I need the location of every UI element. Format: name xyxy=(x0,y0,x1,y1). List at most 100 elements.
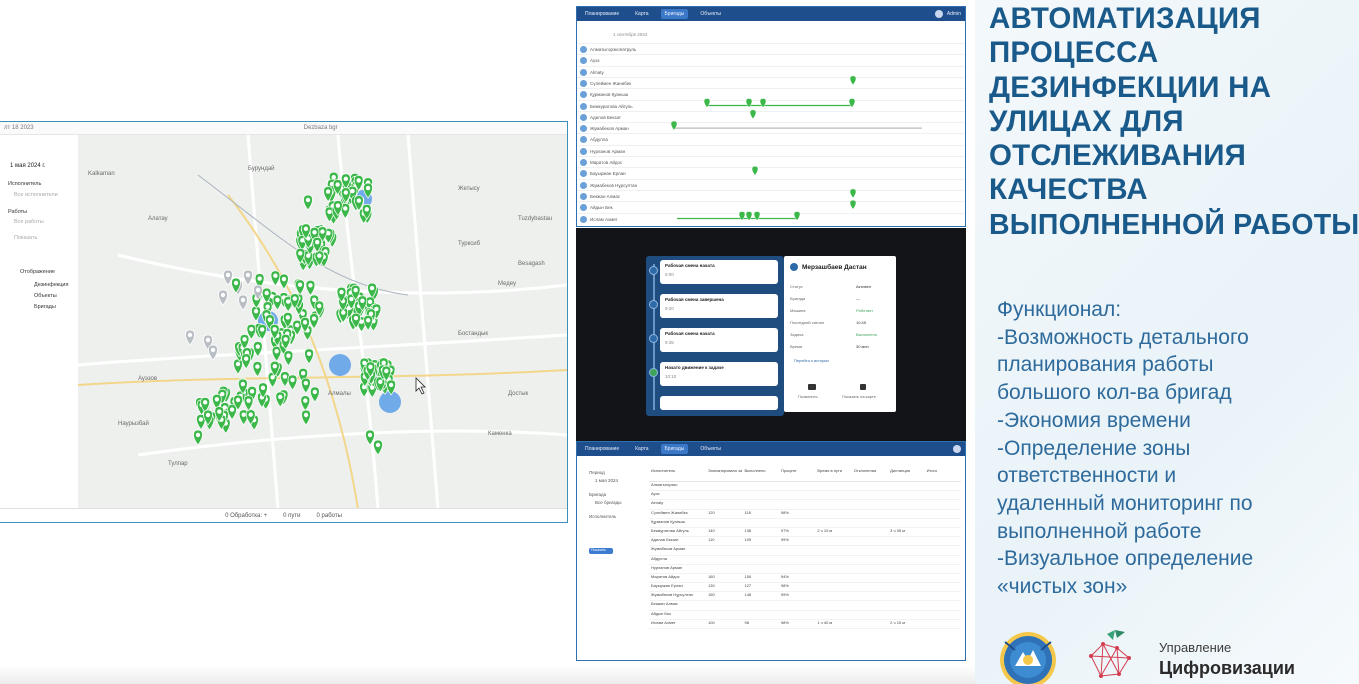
call-button[interactable]: Позвонить xyxy=(798,394,818,399)
disinfection-marker[interactable] xyxy=(243,395,254,412)
disinfection-marker[interactable] xyxy=(310,386,320,403)
tab-brigades[interactable]: Бригады xyxy=(660,9,689,19)
table-row[interactable]: Алматыгорэко xyxy=(649,482,961,492)
disinfection-marker[interactable] xyxy=(185,329,195,346)
column-header[interactable]: Итого xyxy=(925,468,961,481)
disinfection-marker[interactable] xyxy=(303,194,313,211)
table-row[interactable]: Құрманов Қуаныш xyxy=(649,519,961,528)
table-cell xyxy=(888,574,924,582)
phone-icon[interactable] xyxy=(808,384,816,390)
table-row[interactable]: Бекжан Алмас xyxy=(649,601,961,611)
timeline-card[interactable]: Начато движение к задаче 10:10 xyxy=(660,362,778,386)
disinfection-marker[interactable] xyxy=(241,353,252,370)
tab-planning[interactable]: Планирование xyxy=(581,9,623,19)
table-row[interactable]: Бекмуратова Айгуль 140 136 97% 2 ч 10 м 3 ч 0… xyxy=(649,528,961,538)
display-option-brigades[interactable]: Бригады xyxy=(34,304,56,310)
tab-brigades[interactable]: Бригады xyxy=(660,444,689,454)
gantt-row[interactable]: Абдулла xyxy=(577,133,965,144)
gantt-row[interactable]: Ауэз xyxy=(577,54,965,65)
column-header[interactable]: Отклонения xyxy=(852,468,888,481)
timeline-card[interactable]: Рабочая смена начата 9:35 xyxy=(660,328,778,352)
date-picker[interactable]: 1 мая 2024 г. xyxy=(10,163,46,169)
table-row[interactable]: Айдын Бек xyxy=(649,611,961,620)
table-row[interactable]: Маратов Айдос 160 150 94% xyxy=(649,574,961,584)
gantt-date[interactable]: 1 сентября 2024 xyxy=(613,32,647,37)
disinfection-marker[interactable] xyxy=(272,294,283,311)
table-row[interactable]: Абдулла xyxy=(649,556,961,565)
disinfection-marker[interactable] xyxy=(243,269,253,286)
gantt-row[interactable]: Бекмуратова Айгуль xyxy=(577,99,965,111)
tab-objects[interactable]: Объекты xyxy=(696,9,725,19)
disinfection-marker[interactable] xyxy=(304,348,314,365)
timeline-card[interactable]: Рабочая смена завершена 9:20 xyxy=(660,294,778,318)
executor-select[interactable]: Все исполнители xyxy=(14,192,58,198)
gantt-row[interactable]: Жумабеков Арман xyxy=(577,122,965,133)
table-row[interactable]: Адилов Бекзат 110 109 99% xyxy=(649,537,961,547)
gantt-row[interactable]: Нурланов Арман xyxy=(577,144,965,156)
disinfection-marker[interactable] xyxy=(301,409,311,426)
gantt-row[interactable]: Жумабеков Нұрсултан xyxy=(577,178,965,190)
avatar[interactable] xyxy=(934,10,943,18)
show-link[interactable]: Показать xyxy=(14,235,37,241)
table-row[interactable]: Ауэз xyxy=(649,491,961,501)
disinfection-marker[interactable] xyxy=(283,350,294,367)
timeline-card[interactable]: Рабочая смена начата 8:00 xyxy=(660,260,778,284)
disinfection-marker[interactable] xyxy=(208,344,218,361)
column-header[interactable]: Исполнитель xyxy=(649,468,706,481)
disinfection-marker[interactable] xyxy=(227,404,237,421)
gantt-row[interactable]: Адилов Бекзат xyxy=(577,110,965,122)
column-header[interactable]: Дистанция xyxy=(888,468,924,481)
disinfection-marker[interactable] xyxy=(252,361,263,378)
disinfection-marker[interactable] xyxy=(193,429,203,446)
avatar[interactable] xyxy=(953,445,961,453)
display-option-disinfection[interactable]: Дезинфекция xyxy=(34,282,69,288)
disinfection-marker[interactable] xyxy=(295,279,305,296)
gantt-row[interactable]: Бауыржан Ерлан xyxy=(577,167,965,178)
feature-line: ответственности и xyxy=(997,464,1177,488)
table-row[interactable]: Ислам Ахмет 100 98 98% 1 ч 40 м 2 ч 15 м xyxy=(649,620,961,629)
disinfection-marker[interactable] xyxy=(373,439,383,456)
brigade-select[interactable]: Все бригады xyxy=(595,500,622,505)
table-row[interactable]: Жумабеков Арман xyxy=(649,546,961,556)
gantt-row[interactable]: Алматыгорэкопатруль xyxy=(577,43,965,54)
disinfection-marker[interactable] xyxy=(301,377,311,394)
gantt-appbar: Планирование Карта Бригады Объекты Admin xyxy=(577,7,965,21)
gantt-row[interactable]: Маратов Айдос xyxy=(577,156,965,167)
gantt-row[interactable]: Ислам Ахмет xyxy=(577,212,965,224)
map-pin-icon[interactable] xyxy=(860,384,866,390)
column-header[interactable]: Выполнено xyxy=(742,468,778,481)
gantt-row[interactable]: Сүлеймен Жанибек xyxy=(577,76,965,88)
period-value[interactable]: 1 мая 2024 xyxy=(595,478,618,483)
tab-map[interactable]: Карта xyxy=(631,444,652,454)
gantt-row[interactable]: Құрманов Қуаныш xyxy=(577,88,965,99)
timeline-card[interactable] xyxy=(660,396,778,410)
city-map[interactable]: Бурундай Алатау Жетысу Турксиб Медеу Бостанды… xyxy=(78,135,567,509)
disinfection-marker[interactable] xyxy=(218,289,228,306)
show-on-map-button[interactable]: Показать на карте xyxy=(842,394,876,399)
gantt-row[interactable]: Бекжан Алмас xyxy=(577,189,965,201)
disinfection-marker[interactable] xyxy=(287,374,298,391)
display-option-objects[interactable]: Объекты xyxy=(34,293,57,299)
table-row[interactable]: Almaty xyxy=(649,500,961,510)
history-link[interactable]: Перейти к истории xyxy=(794,358,829,363)
gantt-row[interactable]: Аlmaty xyxy=(577,65,965,77)
table-row[interactable]: Жумабеков Нұрсултан 150 148 99% xyxy=(649,592,961,602)
disinfection-marker[interactable] xyxy=(305,279,316,296)
tab-map[interactable]: Карта xyxy=(631,9,652,19)
map-canvas[interactable]: Бурундай Алатау Жетысу Турксиб Медеу Бостанды… xyxy=(78,135,567,509)
gantt-row[interactable]: Айдын Бек xyxy=(577,201,965,212)
table-row[interactable]: Бауыржан Ерлан 130 127 98% xyxy=(649,583,961,593)
disinfection-marker[interactable] xyxy=(300,395,311,412)
disinfection-marker[interactable] xyxy=(238,294,248,311)
column-header[interactable]: Время в пути xyxy=(815,468,851,481)
disinfection-marker[interactable] xyxy=(233,358,243,375)
table-row[interactable]: Сүлеймен Жанибек 120 118 98% xyxy=(649,510,961,519)
disinfection-marker[interactable] xyxy=(223,269,233,286)
map-place-label: Медеу xyxy=(498,281,516,287)
tab-planning[interactable]: Планирование xyxy=(581,444,623,454)
column-header[interactable]: Процент xyxy=(779,468,815,481)
table-row[interactable]: Нурланов Арман xyxy=(649,565,961,574)
tab-objects[interactable]: Объекты xyxy=(696,444,725,454)
column-header[interactable]: Запланировано задач xyxy=(706,468,742,481)
works-select[interactable]: Все работы xyxy=(14,219,44,225)
